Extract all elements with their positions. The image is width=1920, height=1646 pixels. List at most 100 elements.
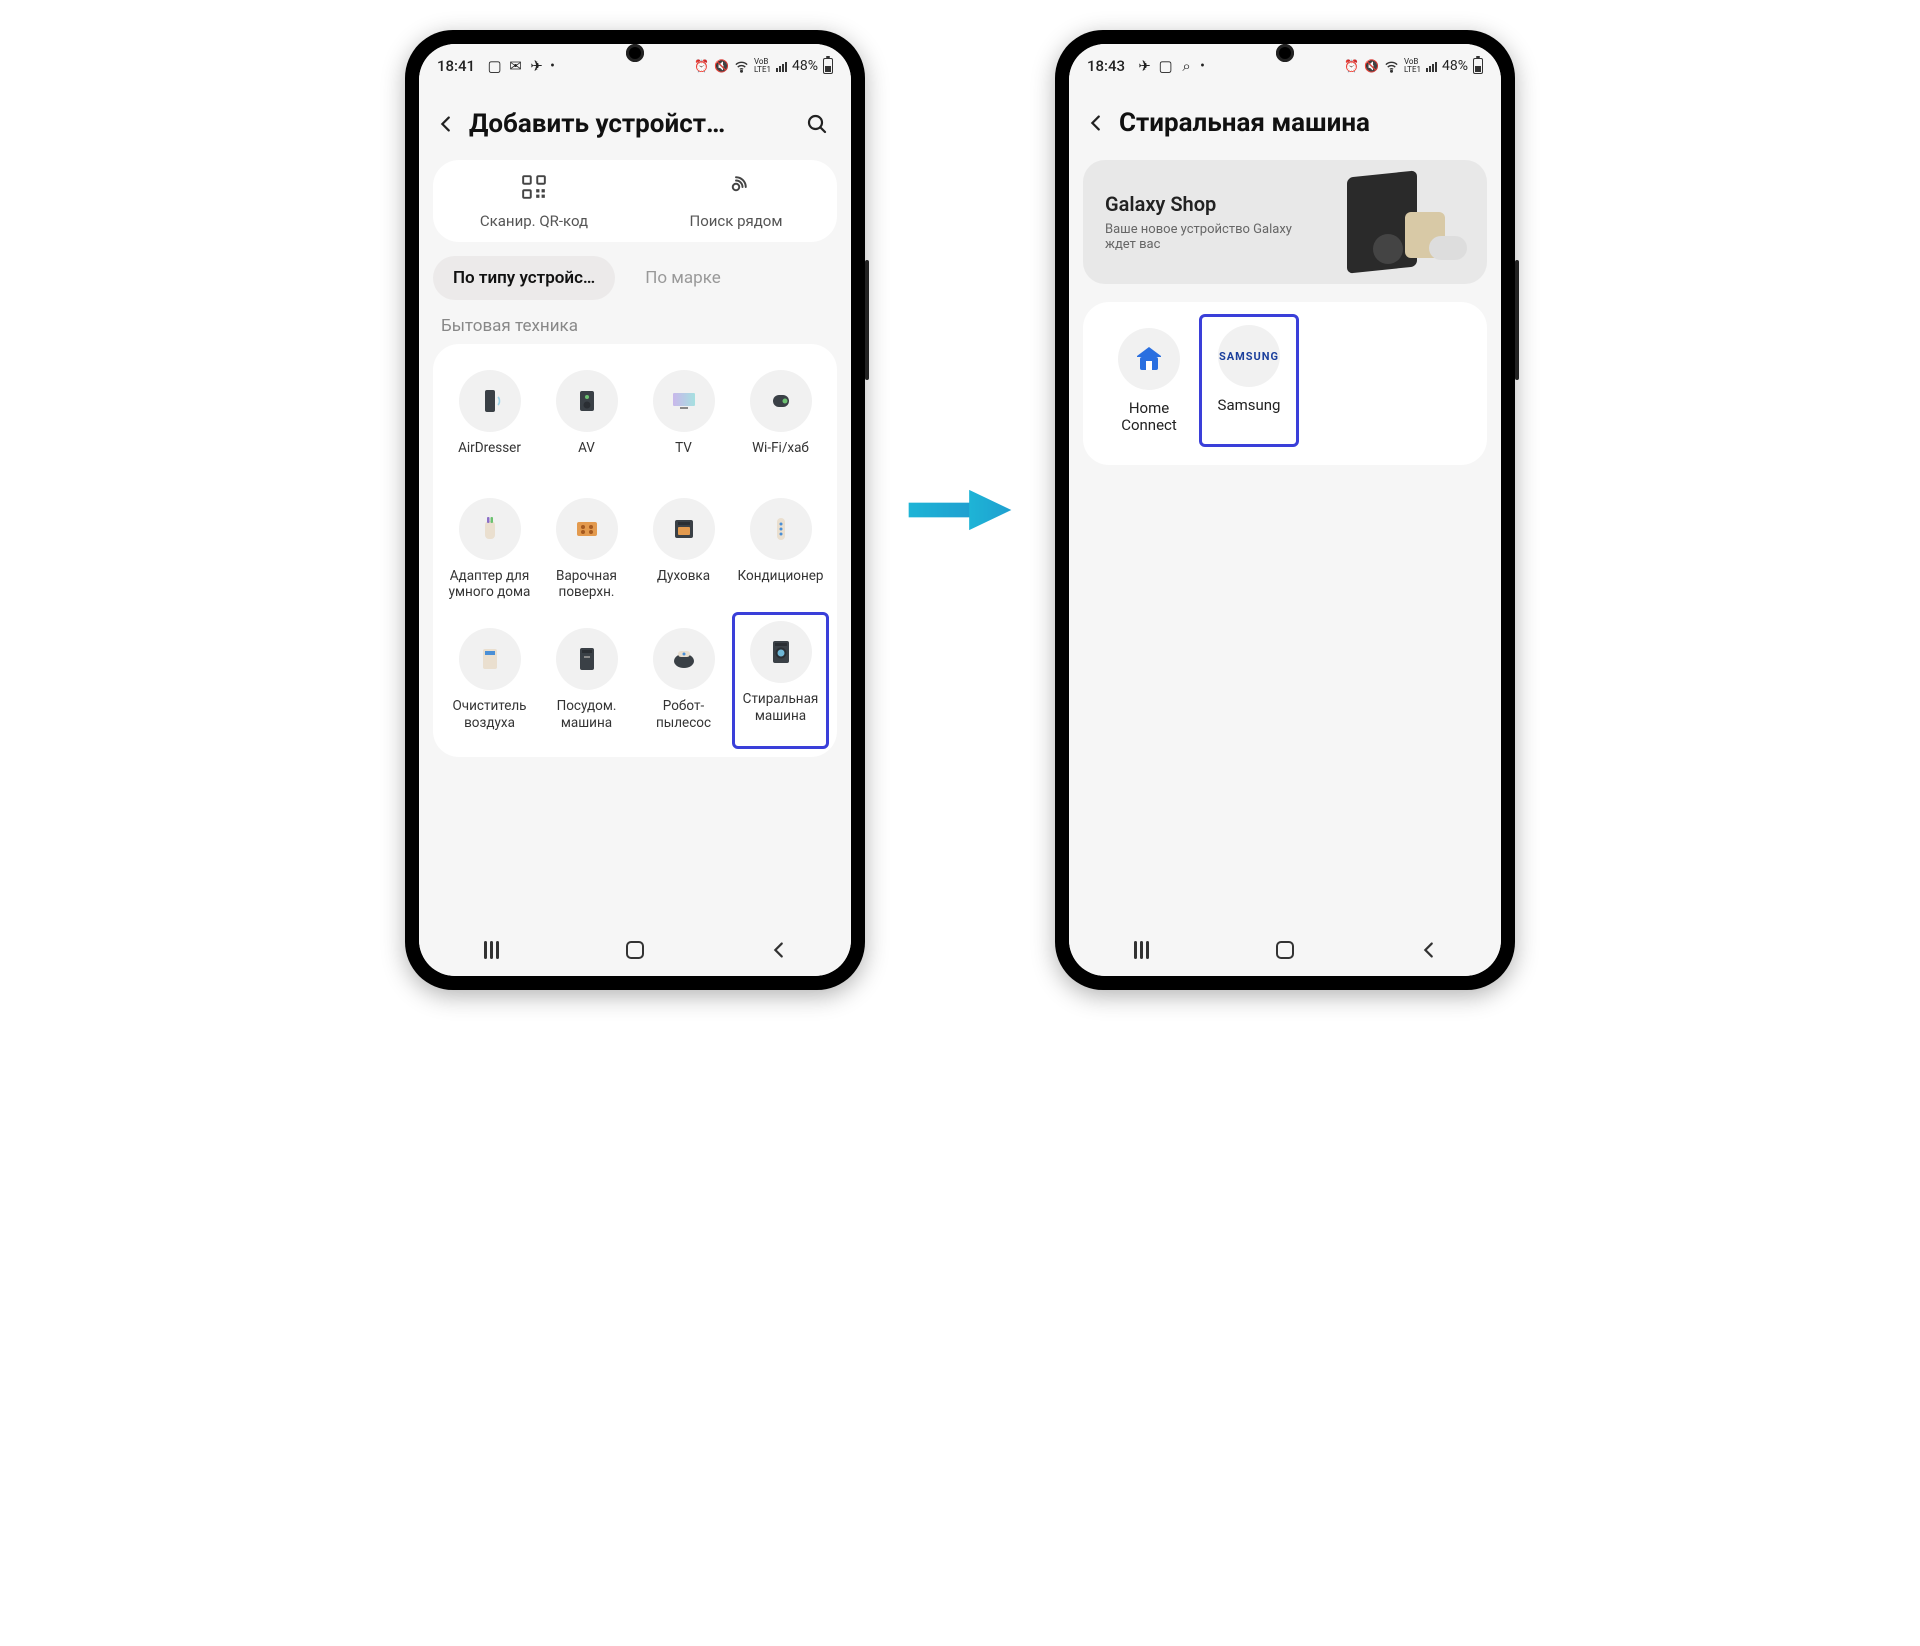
- status-right: ⏰ 🔇 VoBLTE1 48%: [1344, 58, 1483, 74]
- scan-nearby-button[interactable]: Поиск рядом: [635, 160, 837, 242]
- tv-icon: [653, 370, 715, 432]
- device-robot-vacuum[interactable]: Робот-пылесос: [635, 618, 732, 748]
- device-oven[interactable]: Духовка: [635, 488, 732, 618]
- recent-icon: [484, 941, 499, 959]
- alarm-icon: ⏰: [694, 59, 709, 74]
- brand-grid: Home Connect SAMSUNG Samsung: [1093, 316, 1477, 451]
- brands-card: Home Connect SAMSUNG Samsung: [1083, 302, 1487, 465]
- status-left: 18:41 ▢ ✉ ✈ •: [437, 57, 554, 75]
- device-grid: AirDresser AV TV: [441, 360, 829, 749]
- brand-samsung[interactable]: SAMSUNG Samsung: [1199, 314, 1299, 447]
- page-title: Стиральная машина: [1119, 108, 1485, 138]
- nav-recent-button[interactable]: [1121, 930, 1161, 970]
- camera-cutout: [1276, 44, 1294, 62]
- scan-qr-button[interactable]: Сканир. QR-код: [433, 160, 635, 242]
- alarm-icon: ⏰: [1344, 59, 1359, 74]
- device-av[interactable]: AV: [538, 360, 635, 488]
- battery-icon: [1473, 58, 1483, 74]
- device-cooktop[interactable]: Варочная поверхн.: [538, 488, 635, 618]
- content-scroll[interactable]: Сканир. QR-код Поиск рядом По типу устро…: [419, 156, 851, 924]
- promo-text: Galaxy Shop Ваше новое устройство Galaxy…: [1105, 192, 1309, 252]
- adapter-icon: [459, 498, 521, 560]
- screen-right: 18:43 ✈ ▢ ⌕ • ⏰ 🔇 VoBLTE1 48%: [1069, 44, 1501, 976]
- wifi-hub-icon: [750, 370, 812, 432]
- search-status-icon: ⌕: [1179, 59, 1194, 74]
- wifi-icon: [734, 59, 749, 74]
- tab-by-brand[interactable]: По марке: [625, 256, 741, 300]
- content-scroll[interactable]: Galaxy Shop Ваше новое устройство Galaxy…: [1069, 154, 1501, 924]
- dishwasher-icon: [556, 628, 618, 690]
- tab-by-type[interactable]: По типу устройс…: [433, 256, 615, 300]
- page-header: Стиральная машина: [1069, 88, 1501, 154]
- oven-icon: [653, 498, 715, 560]
- washer-icon: [750, 621, 812, 683]
- device-ac[interactable]: Кондиционер: [732, 488, 829, 618]
- device-dishwasher[interactable]: Посудом. машина: [538, 618, 635, 748]
- cooktop-icon: [556, 498, 618, 560]
- nav-back-button[interactable]: [1409, 930, 1449, 970]
- battery-icon: [823, 58, 833, 74]
- status-time: 18:43: [1087, 57, 1125, 75]
- home-connect-icon: [1118, 328, 1180, 390]
- gallery-icon: ▢: [487, 59, 502, 74]
- status-more-icon: •: [1200, 58, 1204, 74]
- section-appliances-label: Бытовая техника: [419, 310, 851, 344]
- home-icon: [1276, 941, 1294, 959]
- camera-cutout: [626, 44, 644, 62]
- device-smarthome-adapter[interactable]: Адаптер для умного дома: [441, 488, 538, 618]
- radar-icon: [723, 174, 749, 206]
- av-icon: [556, 370, 618, 432]
- samsung-icon: SAMSUNG: [1218, 325, 1280, 387]
- battery-percent: 48%: [1442, 58, 1468, 74]
- phone-right: 18:43 ✈ ▢ ⌕ • ⏰ 🔇 VoBLTE1 48%: [1055, 30, 1515, 990]
- scan-qr-label: Сканир. QR-код: [480, 212, 588, 230]
- signal-icon: [1426, 60, 1437, 72]
- signal-icon: [776, 60, 787, 72]
- volte-icon: VoBLTE1: [1404, 58, 1421, 74]
- qr-icon: [521, 174, 547, 206]
- android-nav-bar: [419, 924, 851, 976]
- chat-icon: ✉: [508, 59, 523, 74]
- telegram-icon: ✈: [529, 59, 544, 74]
- volte-icon: VoBLTE1: [754, 58, 771, 74]
- status-left: 18:43 ✈ ▢ ⌕ •: [1087, 57, 1204, 75]
- nav-recent-button[interactable]: [471, 930, 511, 970]
- battery-percent: 48%: [792, 58, 818, 74]
- robot-vacuum-icon: [653, 628, 715, 690]
- ac-icon: [750, 498, 812, 560]
- quick-actions-card: Сканир. QR-код Поиск рядом: [433, 160, 837, 242]
- device-tv[interactable]: TV: [635, 360, 732, 488]
- brand-home-connect[interactable]: Home Connect: [1099, 320, 1199, 447]
- search-button[interactable]: [799, 106, 835, 142]
- page-title: Добавить устройст…: [469, 109, 793, 139]
- promo-banner[interactable]: Galaxy Shop Ваше новое устройство Galaxy…: [1083, 160, 1487, 284]
- back-button[interactable]: [429, 107, 463, 141]
- wifi-icon: [1384, 59, 1399, 74]
- status-right: ⏰ 🔇 VoBLTE1 48%: [694, 58, 833, 74]
- device-airdresser[interactable]: AirDresser: [441, 360, 538, 488]
- brand-home-connect-label: Home Connect: [1101, 400, 1197, 435]
- scan-nearby-label: Поиск рядом: [690, 212, 783, 230]
- page-header: Добавить устройст…: [419, 88, 851, 156]
- mute-icon: 🔇: [1364, 59, 1379, 74]
- phone-left: 18:41 ▢ ✉ ✈ • ⏰ 🔇 VoBLTE1 48%: [405, 30, 865, 990]
- devices-card: AirDresser AV TV: [433, 344, 837, 757]
- airdresser-icon: [459, 370, 521, 432]
- promo-image: [1319, 180, 1469, 264]
- device-washer[interactable]: Стиральная машина: [732, 612, 829, 748]
- back-button[interactable]: [1079, 106, 1113, 140]
- nav-home-button[interactable]: [1265, 930, 1305, 970]
- nav-home-button[interactable]: [615, 930, 655, 970]
- android-nav-bar: [1069, 924, 1501, 976]
- brand-samsung-label: Samsung: [1218, 397, 1281, 414]
- device-wifi-hub[interactable]: Wi-Fi/хаб: [732, 360, 829, 488]
- status-time: 18:41: [437, 57, 475, 75]
- air-purifier-icon: [459, 628, 521, 690]
- filter-tabs: По типу устройс… По марке: [419, 256, 851, 310]
- device-air-purifier[interactable]: Очиститель воздуха: [441, 618, 538, 748]
- telegram-icon: ✈: [1137, 59, 1152, 74]
- promo-subtitle: Ваше новое устройство Galaxy ждет вас: [1105, 222, 1309, 252]
- nav-back-button[interactable]: [759, 930, 799, 970]
- screen-left: 18:41 ▢ ✉ ✈ • ⏰ 🔇 VoBLTE1 48%: [419, 44, 851, 976]
- mute-icon: 🔇: [714, 59, 729, 74]
